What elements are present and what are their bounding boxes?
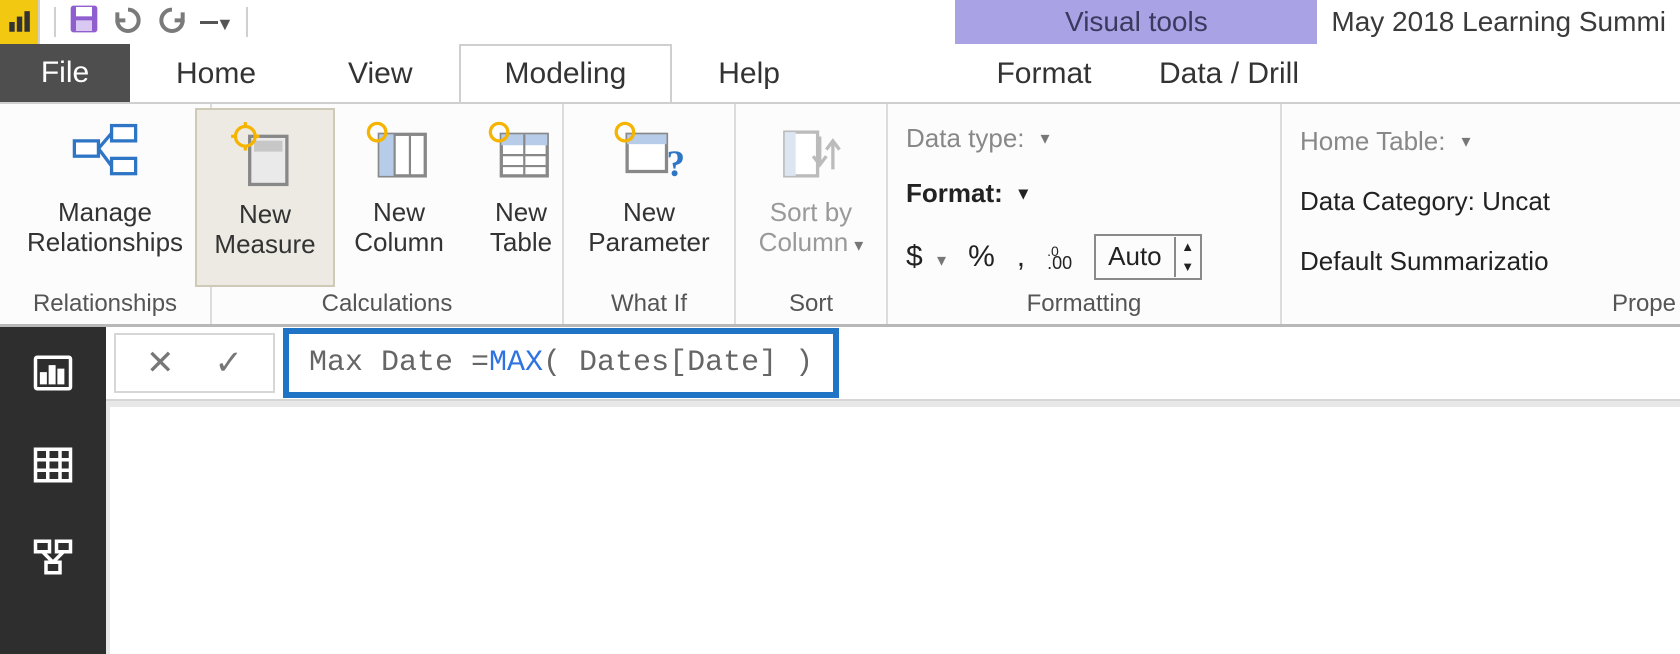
new-parameter-button[interactable]: ? New Parameter [578, 108, 719, 287]
new-table-button[interactable]: New Table [463, 108, 579, 287]
tab-file[interactable]: File [0, 44, 130, 102]
label: Data type: [906, 123, 1025, 154]
work-area: ✕ ✓ Max Date = MAX( Dates[Date] ) [0, 327, 1680, 654]
undo-icon[interactable] [112, 3, 144, 41]
group-label: Formatting [1027, 287, 1142, 322]
formula-input[interactable]: Max Date = MAX( Dates[Date] ) [283, 328, 839, 398]
group-label: Sort [789, 287, 833, 322]
group-formatting: Data type:▾ Format:▾ $ ▾ % , .0 .00 Auto… [888, 104, 1282, 324]
ribbon: Manage Relationships Relationships New M… [0, 102, 1680, 327]
report-canvas-background [106, 401, 1680, 654]
new-table-icon [486, 116, 556, 192]
contextual-tab-header: Visual tools [955, 0, 1317, 44]
percent-button[interactable]: % [968, 240, 995, 274]
save-icon[interactable] [68, 3, 100, 41]
commit-icon[interactable]: ✓ [215, 343, 244, 383]
new-column-button[interactable]: New Column [335, 108, 463, 287]
value: Auto [1096, 241, 1174, 272]
new-measure-button[interactable]: New Measure [195, 108, 335, 287]
report-canvas[interactable] [110, 407, 1680, 654]
format-dropdown[interactable]: Format:▾ [906, 178, 1252, 209]
button-label: New Table [490, 198, 552, 258]
group-label: Prope [1612, 287, 1680, 322]
button-label: New Column [354, 198, 444, 258]
decimals-icon[interactable]: .0 .00 [1047, 247, 1072, 270]
svg-text:?: ? [666, 144, 684, 185]
new-measure-icon [230, 118, 300, 194]
view-switcher-rail [0, 327, 106, 654]
label: Home Table: [1300, 126, 1446, 157]
manage-relationships-button[interactable]: Manage Relationships [17, 108, 193, 287]
quick-access-toolbar: ▼ [38, 0, 262, 44]
group-whatif: ? New Parameter What If [564, 104, 736, 324]
group-relationships: Manage Relationships Relationships [0, 104, 212, 324]
decimal-places-input[interactable]: Auto ▲▼ [1094, 234, 1202, 280]
label: Data Category: Uncat [1300, 186, 1550, 216]
group-properties: Home Table:▾ Data Category: Uncat Defaul… [1282, 104, 1680, 324]
default-summarization-dropdown[interactable]: Default Summarizatio [1300, 246, 1550, 277]
button-label: New Parameter [588, 198, 709, 258]
ribbon-tabs: File Home View Modeling Help Format Data… [0, 44, 1680, 102]
tab-view[interactable]: View [302, 44, 458, 102]
spinner[interactable]: ▲▼ [1174, 237, 1200, 277]
group-sort: Sort by Column▾ Sort [736, 104, 888, 324]
tab-format[interactable]: Format [952, 44, 1136, 102]
sort-icon [776, 116, 846, 192]
title-bar: ▼ Visual tools May 2018 Learning Summi [0, 0, 1680, 44]
separator [54, 7, 56, 37]
home-table-dropdown[interactable]: Home Table:▾ [1300, 126, 1550, 157]
model-view-icon[interactable] [27, 531, 79, 583]
label: Default Summarizatio [1300, 246, 1549, 276]
button-label: New Measure [214, 200, 315, 260]
group-calculations: New Measure New Column New Table Calcula… [212, 104, 564, 324]
formula-text-prefix: Max Date = [309, 346, 489, 380]
data-category-dropdown[interactable]: Data Category: Uncat [1300, 186, 1550, 217]
formula-function: MAX [489, 346, 543, 380]
new-column-icon [364, 116, 434, 192]
redo-icon[interactable] [156, 3, 188, 41]
button-label: Sort by Column▾ [759, 198, 864, 258]
tab-help[interactable]: Help [672, 44, 826, 102]
group-label: What If [611, 287, 687, 322]
group-label: Relationships [33, 287, 177, 322]
customize-qat-icon[interactable]: ▼ [200, 12, 234, 33]
tab-modeling[interactable]: Modeling [459, 44, 673, 102]
thousands-button[interactable]: , [1017, 240, 1025, 274]
label: Format: [906, 178, 1003, 209]
relationships-icon [70, 116, 140, 192]
tab-data-drill[interactable]: Data / Drill [1136, 44, 1322, 102]
sort-by-column-button[interactable]: Sort by Column▾ [746, 108, 876, 287]
new-parameter-icon: ? [614, 116, 684, 192]
document-title: May 2018 Learning Summi [1317, 0, 1680, 44]
formula-text-suffix: ( Dates[Date] ) [543, 346, 813, 380]
cancel-icon[interactable]: ✕ [146, 343, 175, 383]
formula-bar: ✕ ✓ Max Date = MAX( Dates[Date] ) [106, 327, 1680, 401]
group-label: Calculations [322, 287, 453, 322]
report-view-icon[interactable] [27, 347, 79, 399]
powerbi-logo [0, 0, 38, 44]
tab-home[interactable]: Home [130, 44, 302, 102]
data-view-icon[interactable] [27, 439, 79, 491]
button-label: Manage Relationships [27, 198, 183, 258]
currency-button[interactable]: $ ▾ [906, 240, 946, 274]
formula-cancel-commit: ✕ ✓ [114, 333, 275, 393]
data-type-dropdown[interactable]: Data type:▾ [906, 123, 1252, 154]
separator [246, 7, 248, 37]
